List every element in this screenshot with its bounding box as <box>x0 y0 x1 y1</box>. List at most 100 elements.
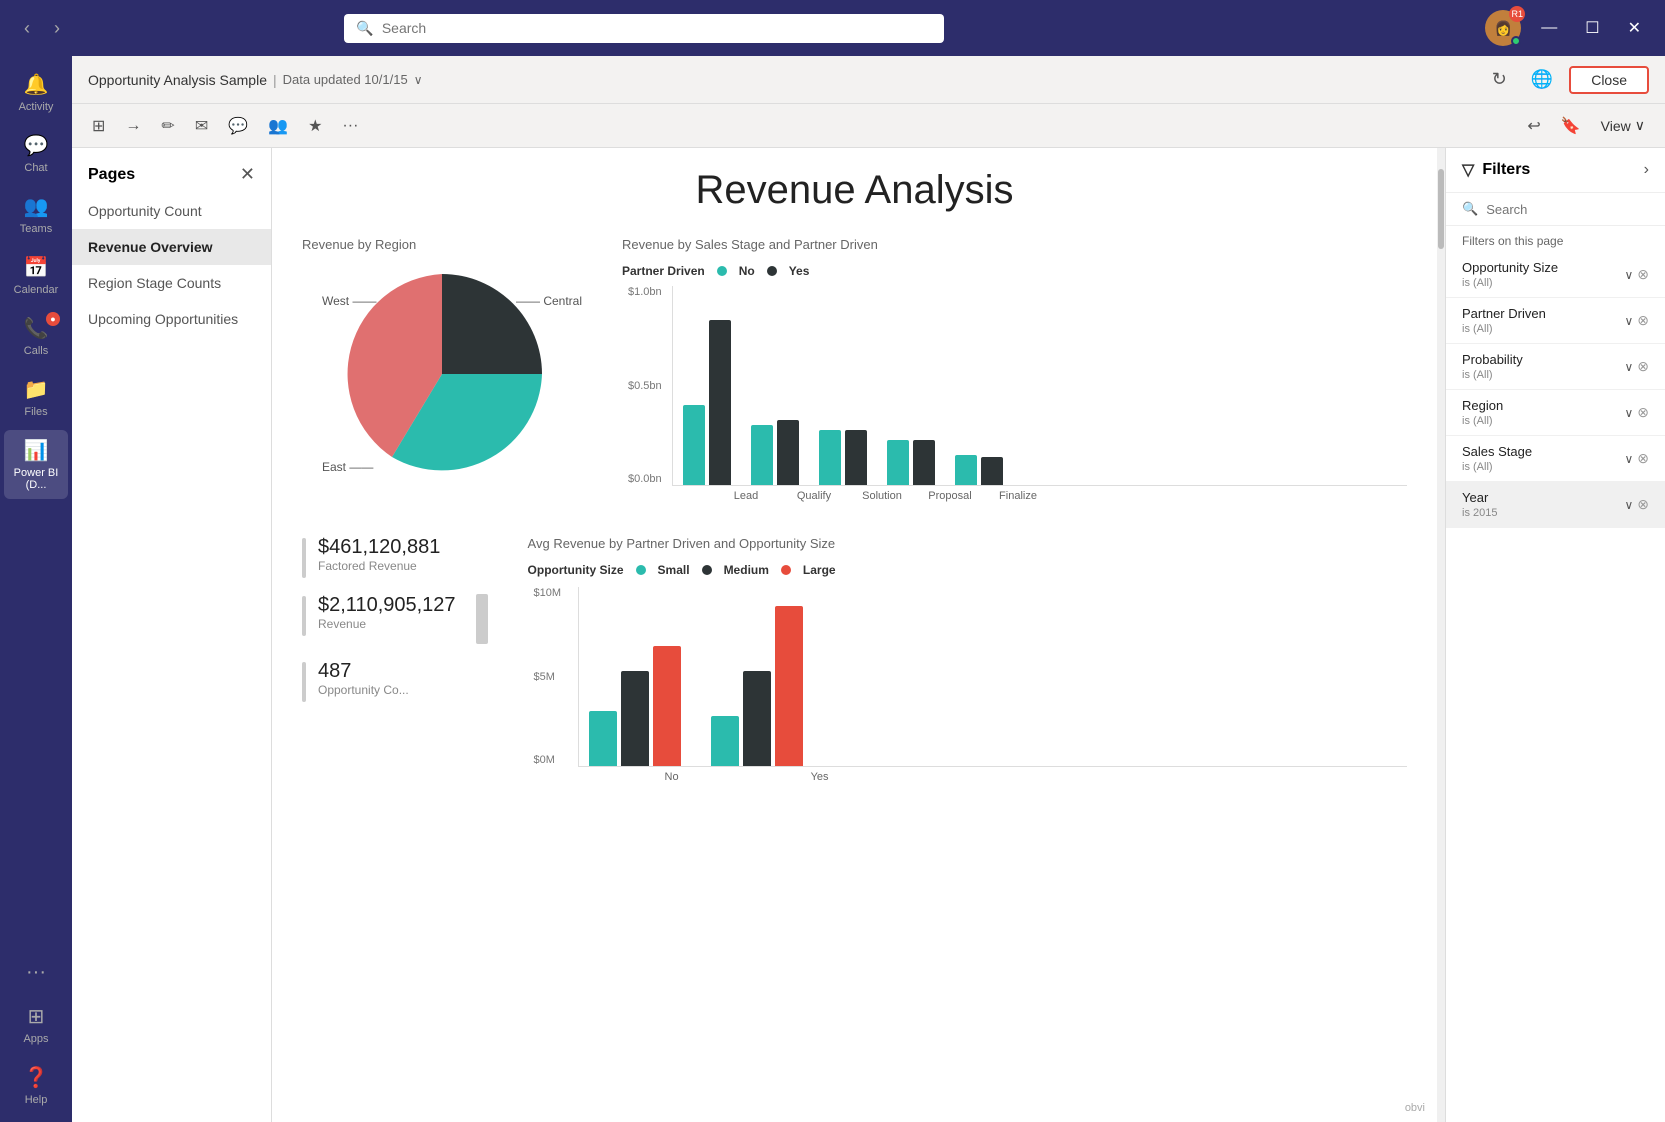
more-options[interactable]: ··· <box>18 953 54 992</box>
report-scrollbar[interactable] <box>1437 148 1445 1122</box>
app-toolbar: Opportunity Analysis Sample | Data updat… <box>72 56 1665 104</box>
window-close-button[interactable]: ✕ <box>1620 14 1649 42</box>
kpi-value-3: 487 <box>318 660 409 683</box>
bar2-no-large <box>653 646 681 766</box>
filter-clear-button[interactable]: ⊗ <box>1637 450 1649 467</box>
filter-chevron-button[interactable]: ∨ <box>1624 450 1633 467</box>
bar2-yes-medium <box>743 671 771 766</box>
legend-large-label: Large <box>803 563 836 577</box>
filter-value: is 2015 <box>1462 507 1497 519</box>
sidebar-item-apps[interactable]: ⊞ Apps <box>4 996 68 1053</box>
mail-button[interactable]: ✉ <box>187 110 216 142</box>
filter-item-right: ∨ ⊗ <box>1624 312 1649 329</box>
back-button[interactable]: ‹ <box>16 14 38 43</box>
filter-item-left: Sales Stage is (All) <box>1462 444 1532 473</box>
scrollbar-thumb[interactable] <box>1438 169 1444 249</box>
filter-search-icon: 🔍 <box>1462 201 1478 217</box>
bar-chart1-label: Revenue by Sales Stage and Partner Drive… <box>622 237 1407 252</box>
filter-clear-button[interactable]: ⊗ <box>1637 266 1649 283</box>
bar-chart2-label: Avg Revenue by Partner Driven and Opport… <box>528 536 1407 551</box>
sidebar-item-files[interactable]: 📁 Files <box>4 369 68 426</box>
filter-clear-button[interactable]: ⊗ <box>1637 496 1649 513</box>
filter-icon: ▽ <box>1462 160 1474 180</box>
sidebar-item-label: Files <box>24 406 47 418</box>
bookmark-button[interactable]: 🔖 <box>1553 110 1589 142</box>
share-teams-button[interactable]: 👥 <box>260 110 296 142</box>
legend-small-label: Small <box>658 563 690 577</box>
page-item-upcoming-opportunities[interactable]: Upcoming Opportunities <box>72 301 271 337</box>
pie-chart: West —— —— Central East —— <box>332 264 552 484</box>
legend-dot-yes <box>767 266 777 276</box>
apps-icon: ⊞ <box>28 1004 45 1029</box>
page-item-region-stage-counts[interactable]: Region Stage Counts <box>72 265 271 301</box>
favorite-button[interactable]: ★ <box>300 110 330 142</box>
filter-name: Region <box>1462 398 1503 413</box>
edit-button[interactable]: ✏ <box>153 110 182 142</box>
title-chevron-icon[interactable]: ∨ <box>414 73 423 87</box>
sidebar-item-chat[interactable]: 💬 Chat <box>4 125 68 182</box>
sidebar-item-help[interactable]: ❓ Help <box>4 1057 68 1114</box>
filter-chevron-button[interactable]: ∨ <box>1624 312 1633 329</box>
bar-chart1-legend: Partner Driven No Yes <box>622 264 1407 278</box>
bar-solution-no <box>819 430 841 485</box>
page-item-revenue-overview[interactable]: Revenue Overview <box>72 229 271 265</box>
sidebar-item-powerbi[interactable]: 📊 Power BI (D... <box>4 430 68 499</box>
globe-button[interactable]: 🌐 <box>1523 65 1561 94</box>
filter-value: is (All) <box>1462 461 1532 473</box>
content-area: Pages ✕ Opportunity Count Revenue Overvi… <box>72 148 1665 1122</box>
pie-label-central: —— Central <box>516 294 582 308</box>
report-scroll[interactable]: Revenue Analysis Revenue by Region <box>272 148 1437 1122</box>
forward-button[interactable]: › <box>46 14 68 43</box>
main-layout: 🔔 Activity 💬 Chat 👥 Teams 📅 Calendar ● 📞… <box>0 56 1665 1122</box>
filter-clear-button[interactable]: ⊗ <box>1637 312 1649 329</box>
calls-badge: ● <box>46 312 60 326</box>
calls-icon: 📞 <box>24 316 49 341</box>
comment-button[interactable]: 💬 <box>220 110 256 142</box>
filters-header: ▽ Filters › <box>1446 148 1665 193</box>
legend-dot-no <box>717 266 727 276</box>
sidebar-item-teams[interactable]: 👥 Teams <box>4 186 68 243</box>
filter-item-right: ∨ ⊗ <box>1624 404 1649 421</box>
search-input[interactable] <box>382 20 933 36</box>
filter-clear-button[interactable]: ⊗ <box>1637 358 1649 375</box>
filters-expand-button[interactable]: › <box>1644 161 1649 179</box>
undo-button[interactable]: ↩ <box>1519 110 1548 142</box>
more-button[interactable]: ··· <box>334 111 366 141</box>
search-icon: 🔍 <box>356 20 373 37</box>
sidebar-item-activity[interactable]: 🔔 Activity <box>4 64 68 121</box>
filter-chevron-button[interactable]: ∨ <box>1624 266 1633 283</box>
view-button[interactable]: View ∨ <box>1593 113 1653 138</box>
sidebar-item-calendar[interactable]: 📅 Calendar <box>4 247 68 304</box>
bar-chart2: $10M $5M $0M <box>528 587 1407 787</box>
filter-chevron-button[interactable]: ∨ <box>1624 404 1633 421</box>
table-view-button[interactable]: ⊞ <box>84 110 113 142</box>
pages-header: Pages ✕ <box>72 148 271 193</box>
global-search-bar[interactable]: 🔍 <box>344 14 944 43</box>
maximize-button[interactable]: ☐ <box>1577 14 1607 42</box>
filter-item-left: Region is (All) <box>1462 398 1503 427</box>
filter-item-right: ∨ ⊗ <box>1624 358 1649 375</box>
filters-title-text: Filters <box>1482 161 1530 179</box>
view-label: View <box>1601 118 1631 134</box>
bar-group-finalize <box>955 455 1003 485</box>
filter-search-input[interactable] <box>1486 202 1662 217</box>
filter-chevron-button[interactable]: ∨ <box>1624 496 1633 513</box>
refresh-button[interactable]: ↻ <box>1484 65 1515 94</box>
sidebar-item-calls[interactable]: ● 📞 Calls <box>4 308 68 365</box>
data-updated: Data updated 10/1/15 <box>283 72 408 87</box>
arrow-button[interactable]: → <box>117 111 149 141</box>
page-item-opportunity-count[interactable]: Opportunity Count <box>72 193 271 229</box>
kpi-value-2: $2,110,905,127 <box>318 594 456 617</box>
minimize-button[interactable]: — <box>1533 15 1565 41</box>
avatar-badge: R1 <box>1509 6 1525 22</box>
pie-chart-section: Revenue by Region <box>302 237 582 506</box>
filter-clear-button[interactable]: ⊗ <box>1637 404 1649 421</box>
bar-group2-yes <box>711 606 803 766</box>
bar-chart2-legend: Opportunity Size Small Medium Large <box>528 563 1407 577</box>
close-button[interactable]: Close <box>1569 66 1649 94</box>
filter-value: is (All) <box>1462 323 1546 335</box>
app-title: Opportunity Analysis Sample | Data updat… <box>88 72 422 88</box>
pages-close-button[interactable]: ✕ <box>240 164 255 185</box>
avatar-container: 👩 R1 <box>1485 10 1521 46</box>
filter-chevron-button[interactable]: ∨ <box>1624 358 1633 375</box>
